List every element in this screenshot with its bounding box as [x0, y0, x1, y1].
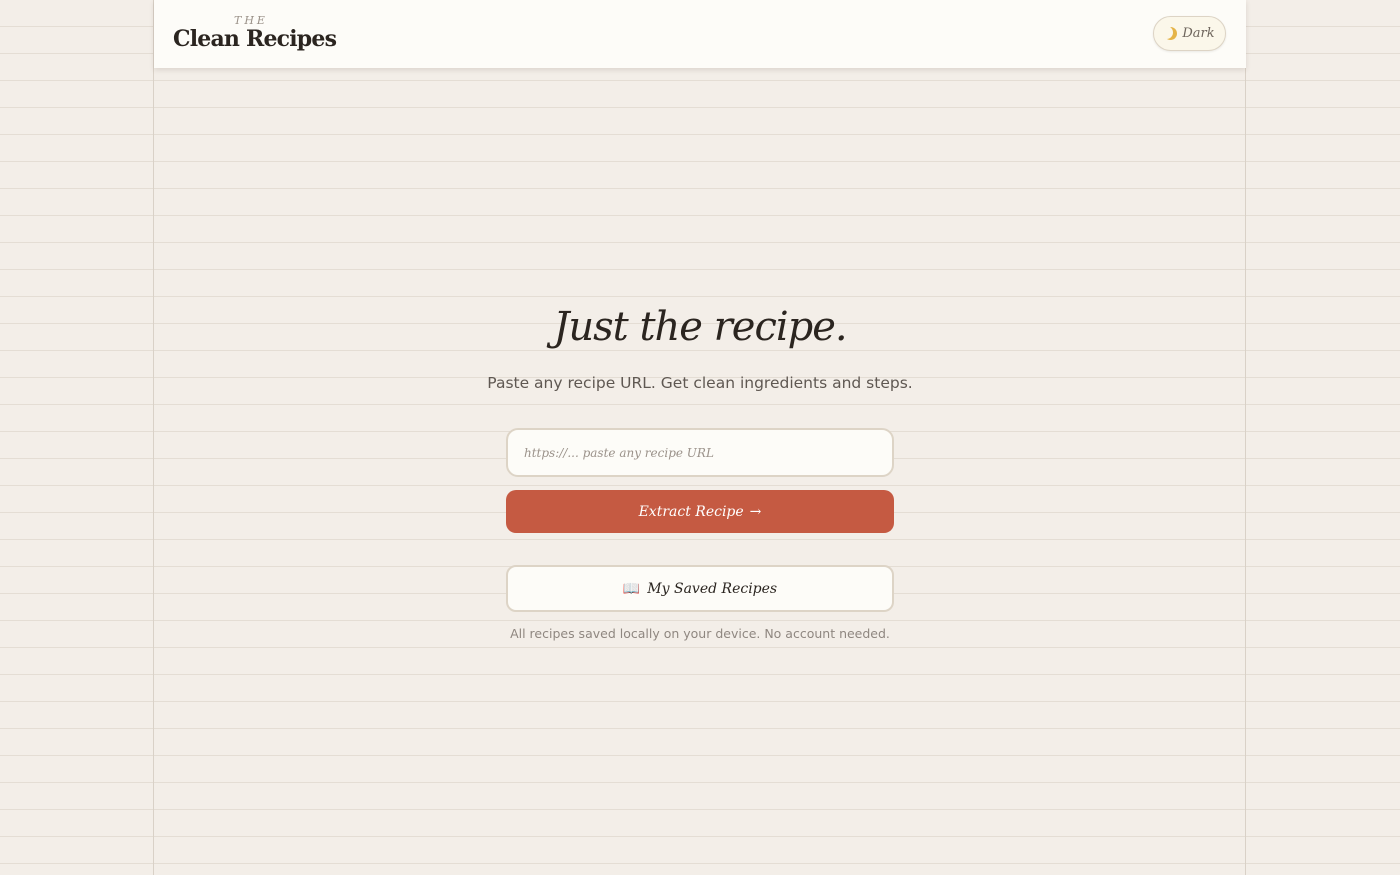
arrow-right-icon: →: [749, 503, 762, 520]
saved-recipes-label: My Saved Recipes: [647, 580, 778, 597]
extract-recipe-button[interactable]: Extract Recipe →: [506, 490, 894, 533]
privacy-note: All recipes saved locally on your device…: [510, 626, 890, 641]
recipe-url-input[interactable]: [506, 428, 894, 477]
hero-title: Just the recipe.: [553, 304, 847, 350]
top-bar: THE Clean Recipes Dark: [154, 0, 1246, 68]
moon-icon: [1164, 27, 1177, 40]
saved-recipes-button[interactable]: 📖 My Saved Recipes: [506, 565, 894, 612]
dark-mode-label: Dark: [1182, 26, 1215, 41]
hero-subtitle: Paste any recipe URL. Get clean ingredie…: [487, 374, 913, 392]
book-icon: 📖: [622, 580, 641, 597]
dark-mode-toggle[interactable]: Dark: [1153, 16, 1226, 51]
brand-logo[interactable]: Clean Recipes: [173, 26, 337, 52]
extract-recipe-label: Extract Recipe: [638, 503, 744, 520]
